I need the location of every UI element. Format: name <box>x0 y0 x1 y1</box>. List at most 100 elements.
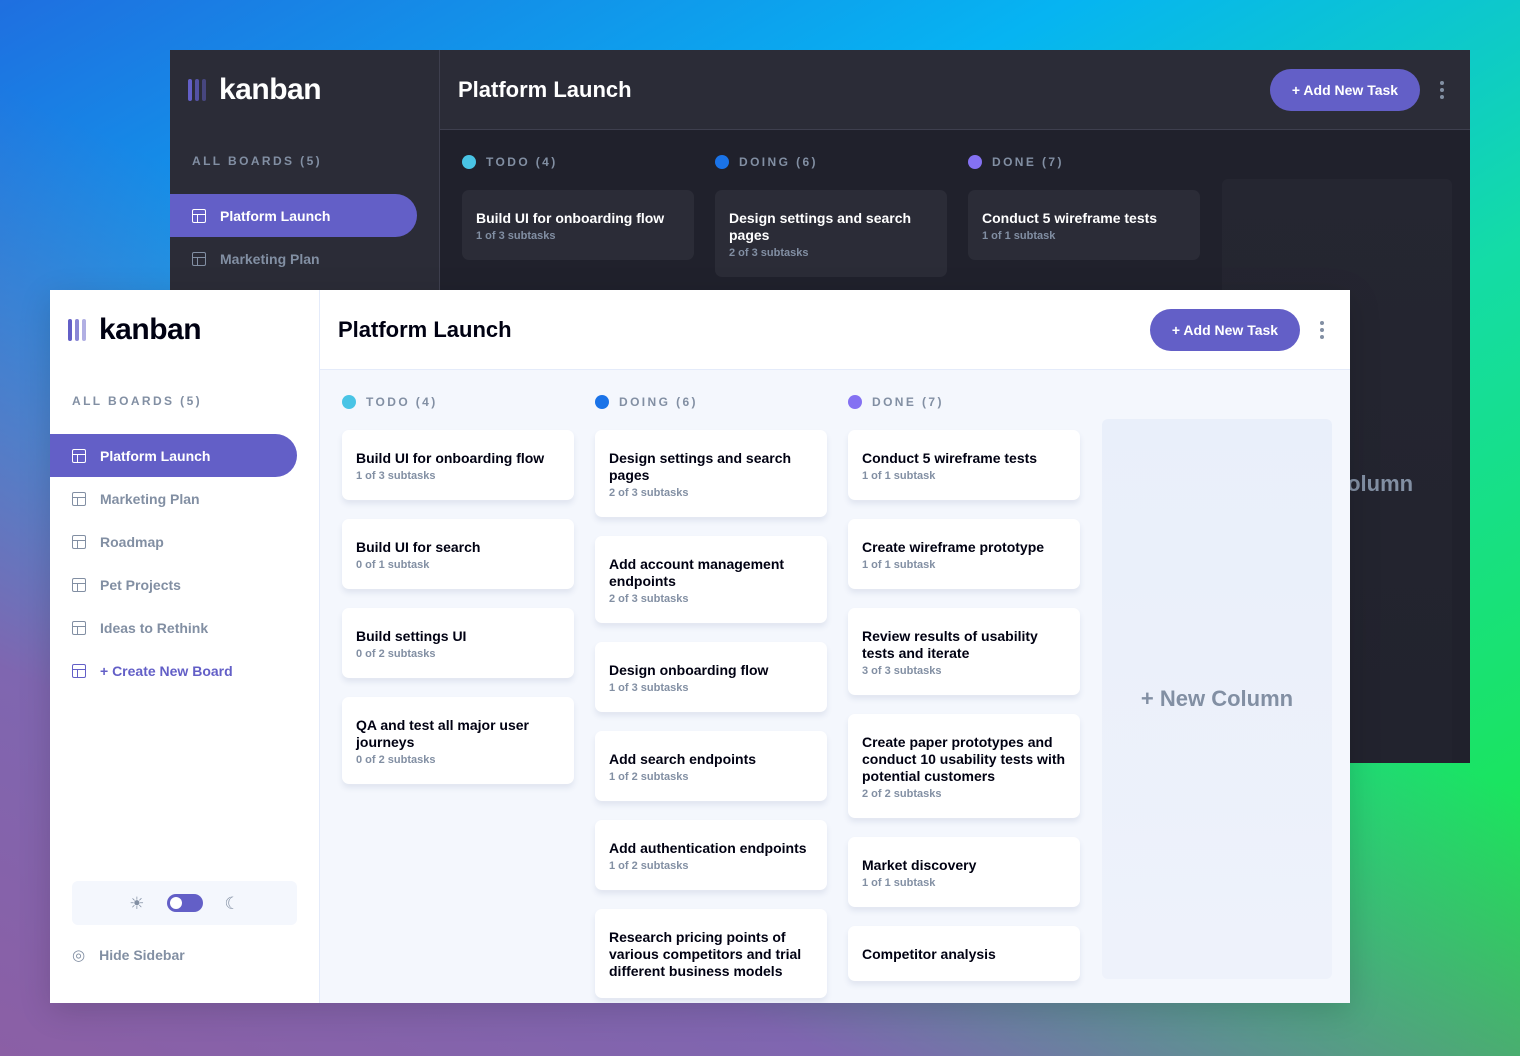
column-dot <box>968 155 982 169</box>
task-card[interactable]: Design onboarding flow 1 of 3 subtasks <box>595 642 827 712</box>
task-subtasks: 1 of 1 subtask <box>862 470 936 482</box>
task-title: Build UI for search <box>356 539 481 555</box>
sidebar-item-marketing-plan[interactable]: Marketing Plan <box>170 237 417 280</box>
column-title: DONE (7) <box>992 155 1064 169</box>
task-title: Add authentication endpoints <box>609 840 807 856</box>
column-done: DONE (7) Conduct 5 wireframe tests 1 of 1… <box>968 130 1200 279</box>
task-title: Design settings and search pages <box>609 450 792 483</box>
task-title: Competitor analysis <box>862 946 996 962</box>
sun-icon: ☀ <box>129 893 145 913</box>
column-done: DONE (7) Conduct 5 wireframe tests 1 of 1… <box>848 370 1080 1000</box>
vertical-ellipsis-icon[interactable] <box>1432 80 1452 99</box>
logo: kanban <box>170 50 439 130</box>
task-card[interactable]: Design settings and search pages 2 of 3 s… <box>715 190 947 277</box>
task-title: Design onboarding flow <box>609 662 769 678</box>
task-subtasks: 3 of 3 subtasks <box>862 665 942 677</box>
task-subtasks: 1 of 2 subtasks <box>609 771 689 783</box>
theme-switch[interactable] <box>166 894 203 912</box>
task-subtasks: 1 of 1 subtask <box>862 877 936 889</box>
task-card[interactable]: Build UI for search 0 of 1 subtask <box>342 519 574 589</box>
column-title: TODO (4) <box>486 155 558 169</box>
task-card[interactable]: Market discovery 1 of 1 subtask <box>848 837 1080 907</box>
task-title: Build UI for onboarding flow <box>476 210 665 226</box>
task-card[interactable]: Conduct 5 wireframe tests 1 of 1 subtask <box>968 190 1200 260</box>
task-subtasks: 1 of 1 subtask <box>862 559 936 571</box>
sidebar-item-roadmap[interactable]: Roadmap <box>50 520 297 563</box>
add-new-task-button[interactable]: + Add New Task <box>1150 308 1300 351</box>
task-card[interactable]: QA and test all major user journeys 0 of … <box>342 697 574 784</box>
task-subtasks: 1 of 1 subtask <box>982 230 1056 242</box>
task-title: Create paper prototypes and conduct 10 u… <box>862 734 1066 784</box>
logo-text: kanban <box>99 313 202 346</box>
column-doing: DOING (6) Design settings and search pag… <box>595 370 827 1003</box>
sidebar-item-pet-projects[interactable]: Pet Projects <box>50 563 297 606</box>
sidebar-item-marketing-plan[interactable]: Marketing Plan <box>50 477 297 520</box>
task-title: Conduct 5 wireframe tests <box>862 450 1038 466</box>
main-area: Platform Launch + Add New Task TODO (4) … <box>320 290 1350 1003</box>
task-card[interactable]: Add search endpoints 1 of 2 subtasks <box>595 731 827 801</box>
task-subtasks: 2 of 3 subtasks <box>729 247 809 259</box>
board-icon <box>72 448 86 463</box>
task-card[interactable]: Competitor analysis <box>848 926 1080 981</box>
task-card[interactable]: Add account management endpoints 2 of 3 s… <box>595 536 827 623</box>
sidebar-item-label: Ideas to Rethink <box>100 619 209 636</box>
task-card[interactable]: Create wireframe prototype 1 of 1 subtask <box>848 519 1080 589</box>
task-card[interactable]: Design settings and search pages 2 of 3 s… <box>595 430 827 517</box>
task-title: Design settings and search pages <box>729 210 912 243</box>
sidebar-item-label: Platform Launch <box>220 207 331 224</box>
boards-count-heading: ALL BOARDS (5) <box>192 154 323 168</box>
task-card[interactable]: Build UI for onboarding flow 1 of 3 subta… <box>342 430 574 500</box>
eye-slash-icon: ◎ <box>72 946 86 964</box>
task-subtasks: 1 of 3 subtasks <box>476 230 556 242</box>
header: Platform Launch + Add New Task <box>440 50 1470 130</box>
board-icon <box>72 620 86 635</box>
sidebar-item-platform-launch[interactable]: Platform Launch <box>50 434 297 477</box>
sidebar-item-label: Roadmap <box>100 533 164 550</box>
page-title: Platform Launch <box>458 76 632 102</box>
light-theme-window: kanban ALL BOARDS (5) Platform Launch Ma… <box>50 290 1350 1003</box>
task-title: Add account management endpoints <box>609 556 785 589</box>
task-card[interactable]: Review results of usability tests and it… <box>848 608 1080 695</box>
task-card[interactable]: Research pricing points of various compe… <box>595 909 827 998</box>
sidebar: kanban ALL BOARDS (5) Platform Launch Ma… <box>50 290 320 1003</box>
sidebar-item-label: Platform Launch <box>100 447 211 464</box>
task-card[interactable]: Build UI for onboarding flow 1 of 3 subta… <box>462 190 694 260</box>
sidebar-item-label: Pet Projects <box>100 576 181 593</box>
theme-toggle: ☀ ☾ <box>72 881 297 925</box>
column-todo: TODO (4) Build UI for onboarding flow 1 o… <box>462 130 694 279</box>
sidebar-item-label: Marketing Plan <box>100 490 200 507</box>
moon-icon: ☾ <box>224 893 240 913</box>
board-icon <box>192 251 206 266</box>
board-icon <box>72 491 86 506</box>
boards-count-heading: ALL BOARDS (5) <box>72 394 203 408</box>
create-new-board-button[interactable]: + Create New Board <box>50 649 297 692</box>
task-title: Build settings UI <box>356 628 467 644</box>
vertical-ellipsis-icon[interactable] <box>1312 320 1332 339</box>
logo: kanban <box>50 290 319 370</box>
create-board-label: + Create New Board <box>100 662 233 679</box>
sidebar-item-platform-launch[interactable]: Platform Launch <box>170 194 417 237</box>
task-title: Conduct 5 wireframe tests <box>982 210 1158 226</box>
add-new-task-button[interactable]: + Add New Task <box>1270 68 1420 111</box>
task-title: Create wireframe prototype <box>862 539 1045 555</box>
task-card[interactable]: Conduct 5 wireframe tests 1 of 1 subtask <box>848 430 1080 500</box>
hide-sidebar-label: Hide Sidebar <box>99 947 185 963</box>
task-card[interactable]: Add authentication endpoints 1 of 2 subta… <box>595 820 827 890</box>
sidebar-item-label: Marketing Plan <box>220 250 320 267</box>
task-title: Review results of usability tests and it… <box>862 628 1038 661</box>
column-todo: TODO (4) Build UI for onboarding flow 1 o… <box>342 370 574 803</box>
logo-icon <box>68 319 86 341</box>
sidebar-item-ideas-to-rethink[interactable]: Ideas to Rethink <box>50 606 297 649</box>
new-column-button[interactable]: + New Column <box>1102 419 1332 979</box>
task-card[interactable]: Build settings UI 0 of 2 subtasks <box>342 608 574 678</box>
column-doing: DOING (6) Design settings and search pag… <box>715 130 947 296</box>
task-title: QA and test all major user journeys <box>356 717 529 750</box>
task-subtasks: 0 of 2 subtasks <box>356 754 436 766</box>
task-card[interactable]: Create paper prototypes and conduct 10 u… <box>848 714 1080 818</box>
column-dot <box>342 395 356 409</box>
header: Platform Launch + Add New Task <box>320 290 1350 370</box>
column-title: DOING (6) <box>619 395 698 409</box>
board-icon <box>72 577 86 592</box>
task-title: Build UI for onboarding flow <box>356 450 545 466</box>
hide-sidebar-button[interactable]: ◎ Hide Sidebar <box>72 947 185 963</box>
